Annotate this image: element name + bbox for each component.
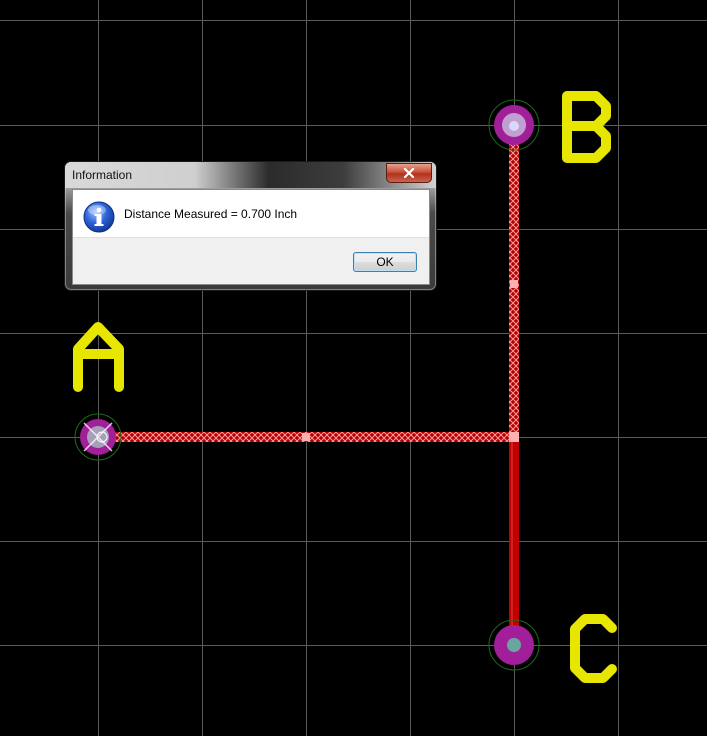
pad-a[interactable] bbox=[74, 413, 122, 461]
dialog-title: Information bbox=[72, 168, 133, 182]
track-corner-to-c[interactable] bbox=[509, 437, 519, 646]
pad-c[interactable] bbox=[488, 619, 540, 671]
information-dialog[interactable]: Information Distance Measured = 0.700 In bbox=[65, 162, 436, 290]
track-vertex-marker bbox=[509, 432, 519, 442]
ok-button[interactable]: OK bbox=[353, 252, 417, 272]
close-button[interactable] bbox=[386, 163, 432, 183]
dialog-message: Distance Measured = 0.700 Inch bbox=[124, 207, 298, 221]
pad-b[interactable] bbox=[488, 99, 540, 151]
grid bbox=[0, 0, 707, 736]
dialog-titlebar[interactable]: Information bbox=[65, 162, 436, 188]
dialog-footer: OK bbox=[73, 237, 429, 284]
dialog-body: Distance Measured = 0.700 Inch OK bbox=[72, 189, 430, 285]
track-vertex-marker bbox=[302, 433, 310, 441]
close-icon bbox=[403, 168, 415, 178]
silkscreen-label-c: C bbox=[570, 614, 617, 683]
info-icon bbox=[83, 201, 115, 233]
pcb-canvas[interactable]: A B C bbox=[0, 0, 707, 736]
silkscreen-label-b: B bbox=[562, 91, 611, 163]
track-vertex-marker bbox=[510, 280, 518, 288]
